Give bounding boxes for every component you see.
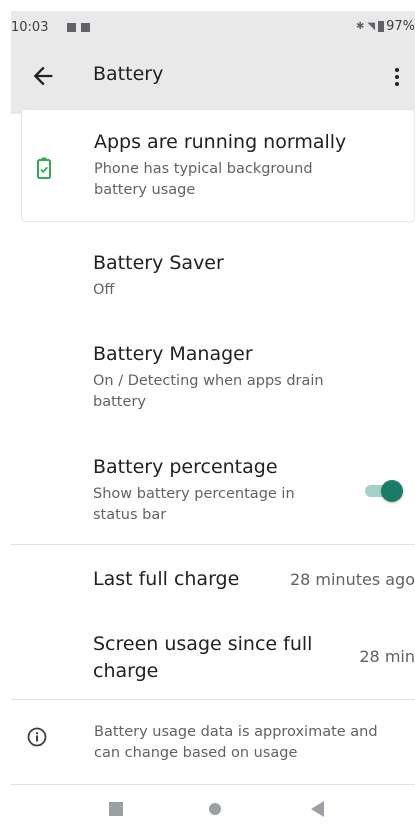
info-icon bbox=[27, 727, 47, 747]
battery-status-card: Apps are running normally Phone has typi… bbox=[21, 109, 415, 222]
status-time: 10:03 bbox=[11, 19, 49, 35]
battery-manager-item[interactable]: Battery Manager On / Detecting when apps… bbox=[93, 343, 373, 413]
battery-saver-item[interactable]: Battery Saver Off bbox=[93, 252, 393, 301]
battery-manager-subtitle: On / Detecting when apps drain battery bbox=[93, 373, 324, 410]
battery-percentage-item[interactable]: Battery percentage Show battery percenta… bbox=[93, 456, 343, 526]
toggle-thumb bbox=[381, 480, 403, 502]
battery-status-icon bbox=[378, 21, 385, 32]
notification-icon bbox=[81, 22, 90, 32]
status-bar: 10:03 ✱ ◥ 97% bbox=[11, 11, 415, 43]
battery-percentage-toggle[interactable] bbox=[365, 479, 403, 503]
navigation-bar bbox=[11, 786, 415, 834]
phone-screen: 10:03 ✱ ◥ 97% Battery Apps are running n… bbox=[11, 11, 415, 834]
section-divider bbox=[11, 544, 415, 545]
battery-saver-subtitle: Off bbox=[93, 282, 115, 298]
notification-icon bbox=[67, 22, 76, 32]
nav-divider bbox=[11, 784, 415, 785]
home-circle-icon[interactable] bbox=[209, 803, 221, 815]
screen-usage-title: Screen usage since full charge bbox=[93, 633, 313, 682]
section-divider bbox=[11, 699, 415, 700]
last-full-charge-row: Last full charge 28 minutes ago bbox=[93, 568, 415, 594]
battery-percent: 97% bbox=[386, 19, 415, 34]
status-right: ✱ ◥ 97% bbox=[356, 19, 415, 34]
status-card-subtitle: Phone has typical background battery usa… bbox=[94, 161, 313, 198]
battery-saver-title: Battery Saver bbox=[93, 252, 224, 274]
footer-note-text: Battery usage data is approximate and ca… bbox=[94, 724, 378, 761]
screen-usage-value: 28 min bbox=[359, 647, 415, 666]
battery-manager-title: Battery Manager bbox=[93, 343, 253, 365]
more-vert-icon[interactable] bbox=[387, 63, 407, 91]
back-arrow-icon[interactable] bbox=[29, 62, 57, 90]
bluetooth-icon: ✱ bbox=[356, 21, 365, 32]
status-card-title: Apps are running normally bbox=[94, 131, 347, 153]
battery-percentage-title: Battery percentage bbox=[93, 456, 278, 478]
page-title: Battery bbox=[93, 63, 164, 85]
back-triangle-icon[interactable] bbox=[311, 801, 324, 817]
screen-usage-row: Screen usage since full charge 28 min bbox=[93, 631, 415, 683]
wifi-icon: ◥ bbox=[367, 21, 376, 32]
last-full-charge-value: 28 minutes ago bbox=[289, 570, 415, 589]
recents-square-icon[interactable] bbox=[109, 802, 123, 816]
app-bar: Battery bbox=[11, 43, 415, 114]
battery-percentage-subtitle: Show battery percentage in status bar bbox=[93, 486, 295, 523]
battery-check-icon bbox=[37, 157, 51, 179]
